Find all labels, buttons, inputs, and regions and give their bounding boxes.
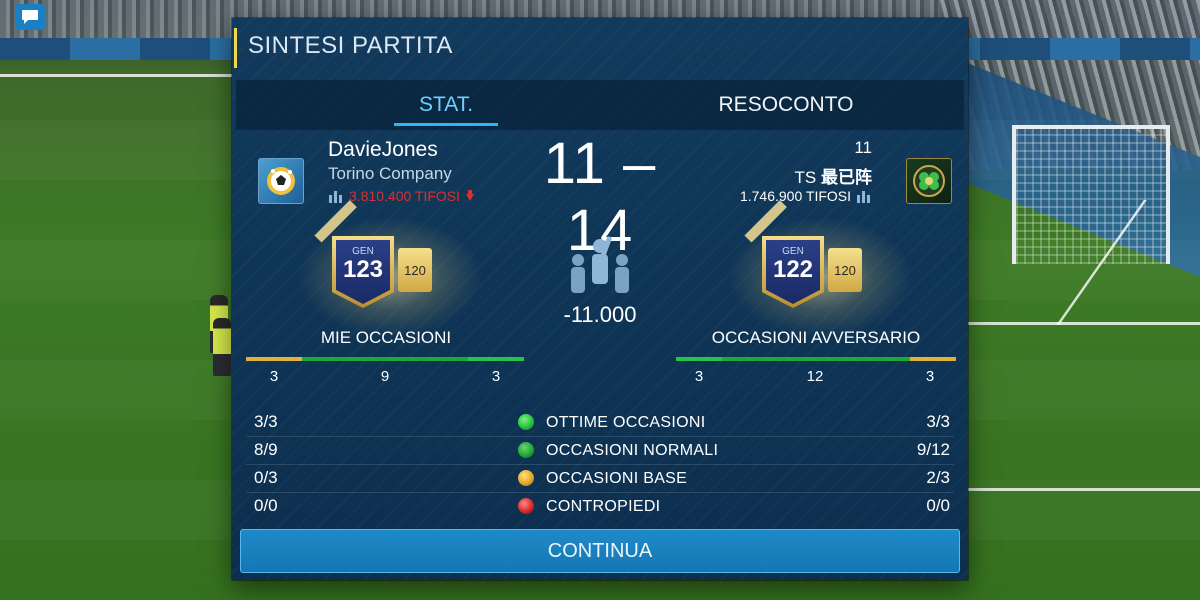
stat-mine: 8/9	[254, 440, 278, 459]
badge-ovr-value: 123	[342, 256, 384, 283]
pitch-line	[968, 322, 1200, 325]
opponent-occasions-title: OCCASIONI AVVERSARIO	[711, 328, 921, 347]
opponent-club-name: 最已阵	[821, 168, 872, 187]
my-occasions-bar-normal	[302, 357, 468, 361]
player-name: DavieJones	[328, 138, 438, 161]
opponent-occasions-bar-great	[676, 357, 722, 361]
opponent-occasions-count: 3	[925, 368, 935, 385]
stat-label: CONTROPIEDI	[546, 498, 661, 515]
stat-mine: 0/3	[254, 468, 278, 487]
title-bar: SINTESI PARTITA	[232, 18, 968, 74]
stat-opponent: 3/3	[926, 412, 950, 431]
my-occasions-count: 3	[269, 368, 279, 385]
stat-mine: 0/0	[254, 496, 278, 515]
stat-row: 0/0 CONTROPIEDI 0/0	[246, 492, 954, 520]
stat-row: 3/3 OTTIME OCCASIONI 3/3	[246, 408, 954, 437]
match-summary-panel: SINTESI PARTITA STAT. RESOCONTO DavieJon…	[232, 18, 968, 580]
fans-delta: -11.000	[563, 302, 637, 327]
pitch-line	[0, 74, 232, 77]
opponent-occasions-bar-normal	[722, 357, 910, 361]
badge-card-value: 120	[398, 248, 432, 292]
opponent-fans: 1.746.900 TIFOSI	[740, 188, 872, 204]
fans-icon	[857, 191, 870, 203]
base-chance-ball-icon	[518, 470, 534, 486]
stat-label: OCCASIONI BASE	[546, 470, 688, 487]
opponent-fans-count: 1.746.900 TIFOSI	[739, 188, 851, 204]
opponent-level: 11	[854, 138, 872, 157]
opponent-club: TS 最已阵	[795, 163, 872, 188]
opponent-occasions-count: 3	[694, 368, 704, 385]
tab-bar: STAT. RESOCONTO	[236, 80, 964, 130]
tab-stat[interactable]: STAT.	[356, 80, 536, 130]
stat-row: 0/3 OCCASIONI BASE 2/3	[246, 464, 954, 493]
my-occasions-count: 3	[491, 368, 501, 385]
my-occasions-bar-base	[246, 357, 302, 361]
tab-resoconto[interactable]: RESOCONTO	[686, 80, 886, 130]
stat-mine: 3/3	[254, 412, 278, 431]
stat-opponent: 2/3	[926, 468, 950, 487]
fans-icon	[329, 191, 342, 203]
goal-net	[1012, 125, 1170, 264]
chat-bubble-icon	[22, 10, 38, 24]
badge-ovr-value: 122	[772, 256, 814, 283]
stat-opponent: 0/0	[926, 496, 950, 515]
badge-card-value: 120	[828, 248, 862, 292]
stat-opponent: 9/12	[916, 440, 950, 459]
opponent-club-crest	[906, 158, 952, 204]
player-club-crest	[258, 158, 304, 204]
stat-label: OCCASIONI NORMALI	[546, 442, 719, 459]
opponent-team-rating-badge: GEN 122 120	[720, 200, 920, 342]
panel-title: SINTESI PARTITA	[248, 32, 453, 59]
player-fans-count: 3.810.400 TIFOSI	[349, 188, 461, 204]
great-chance-ball-icon	[518, 414, 534, 430]
fans-down-arrow-icon	[466, 190, 475, 201]
continue-button[interactable]: CONTINUA	[240, 529, 960, 573]
soccer-ball-crest-icon	[267, 167, 295, 195]
pitch-line	[968, 488, 1200, 491]
normal-chance-ball-icon	[518, 442, 534, 458]
my-occasions-title: MIE OCCASIONI	[320, 328, 452, 347]
my-team-rating-badge: GEN 123 120	[290, 200, 490, 342]
chat-button[interactable]	[15, 4, 45, 30]
my-occasions-bar-great	[468, 357, 524, 361]
stat-label: OTTIME OCCASIONI	[546, 414, 706, 431]
player-figure	[213, 318, 231, 376]
opponent-occasions-count: 12	[806, 368, 824, 385]
stat-row: 8/9 OCCASIONI NORMALI 9/12	[246, 436, 954, 465]
title-accent	[234, 28, 237, 68]
opponent-club-prefix: TS	[794, 168, 821, 187]
supporters-icon	[571, 236, 629, 293]
player-club: Torino Company	[328, 164, 452, 183]
clover-crest-icon	[913, 165, 945, 197]
opponent-occasions-bar-base	[910, 357, 956, 361]
my-occasions-count: 9	[380, 368, 390, 385]
counterattack-ball-icon	[518, 498, 534, 514]
